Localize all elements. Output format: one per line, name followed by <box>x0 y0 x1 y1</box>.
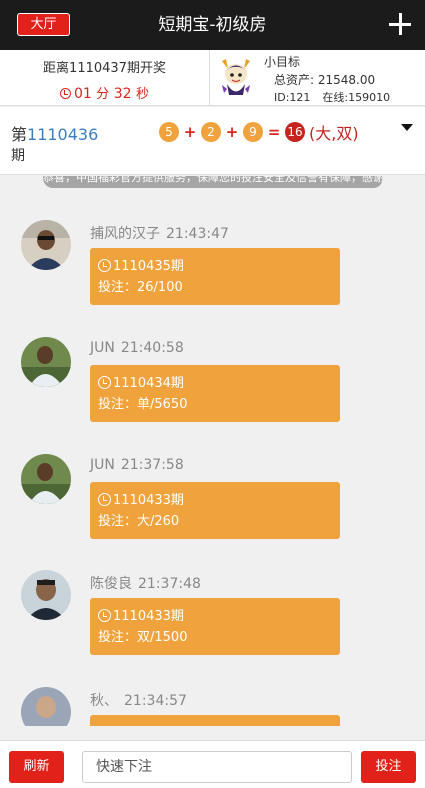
avatar[interactable] <box>21 337 71 387</box>
chat-area[interactable]: 恭喜，中国福彩官方提供服务，保障您的投注安全及信誉有保障，感谢 捕风的汉子 21:… <box>0 176 425 726</box>
clock-icon <box>98 376 111 389</box>
equals-sign: = <box>267 123 281 141</box>
bet-bubble[interactable]: 1110435期 投注：26/100 <box>90 248 340 305</box>
message-time: 21:37:48 <box>138 576 201 592</box>
refresh-button[interactable]: 刷新 <box>9 751 64 783</box>
bet-bubble[interactable]: 1110433期 投注：双/1500 <box>90 598 340 655</box>
clock-icon <box>98 609 111 622</box>
bet-period: 1110433期 <box>113 609 184 624</box>
bet-bubble[interactable]: 1110433期 投注：大/260 <box>90 482 340 539</box>
plus-sign: + <box>225 123 239 141</box>
bet-detail: 投注：大/260 <box>98 514 180 529</box>
chat-message: 陈俊良 21:37:48 1110433期 投注：双/1500 <box>0 570 425 680</box>
message-time: 21:43:47 <box>166 226 229 242</box>
bottom-bar: 刷新 快速下注 投注 <box>0 740 425 788</box>
plus-icon[interactable] <box>389 13 411 35</box>
avatar[interactable] <box>21 220 71 270</box>
clock-icon <box>98 259 111 272</box>
message-username: JUN <box>90 457 115 473</box>
bet-period: 1110434期 <box>113 376 184 391</box>
message-username: JUN <box>90 340 115 356</box>
result-ball: 9 <box>243 122 263 142</box>
result-ball: 5 <box>159 122 179 142</box>
chat-message: JUN 21:37:58 1110433期 投注：大/260 <box>0 454 425 564</box>
user-stats: ID:121 在线:159010 <box>274 89 390 105</box>
top-bar: 短期宝-初级房 大厅 <box>0 0 425 50</box>
message-username: 陈俊良 <box>90 576 132 592</box>
quick-bet-input[interactable]: 快速下注 <box>82 751 352 783</box>
bet-detail: 投注：单/5650 <box>98 397 188 412</box>
last-result-bar[interactable]: 第1110436 期 5 + 2 + 9 = 16 (大,双) <box>0 107 425 175</box>
chat-message: JUN 21:40:58 1110434期 投注：单/5650 <box>0 337 425 447</box>
bet-detail: 投注：26/100 <box>98 280 183 295</box>
draw-result: 5 + 2 + 9 = 16 (大,双) <box>159 121 359 143</box>
user-id: ID:121 <box>274 91 311 104</box>
bet-button[interactable]: 投注 <box>361 751 416 783</box>
chat-message: 秋、 21:34:57 <box>0 687 425 726</box>
avatar[interactable] <box>21 454 71 504</box>
chat-message: 捕风的汉子 21:43:47 1110435期 投注：26/100 <box>0 220 425 330</box>
lobby-button[interactable]: 大厅 <box>17 13 70 36</box>
notice-banner: 恭喜，中国福彩官方提供服务，保障您的投注安全及信誉有保障，感谢 <box>43 176 383 188</box>
avatar[interactable] <box>21 687 71 726</box>
caret-down-icon[interactable] <box>401 124 413 131</box>
result-ball: 2 <box>201 122 221 142</box>
result-verdict: (大,双) <box>309 124 359 143</box>
message-time: 21:34:57 <box>124 693 187 709</box>
message-username: 秋、 <box>90 693 118 709</box>
result-sum-ball: 16 <box>285 122 305 142</box>
next-draw-label: 距离1110437期开奖 <box>43 61 166 76</box>
online-count: 在线:159010 <box>322 91 391 104</box>
plus-sign: + <box>183 123 197 141</box>
clock-icon <box>98 493 111 506</box>
total-assets: 总资产: 21548.00 <box>274 73 376 87</box>
clock-icon <box>59 88 71 99</box>
info-panel: 距离1110437期开奖 01 分 32 秒 小目标 总资产: 21548.00… <box>0 50 425 106</box>
user-nickname: 小目标 <box>264 55 301 69</box>
bet-period: 1110435期 <box>113 259 184 274</box>
message-time: 21:37:58 <box>120 457 184 473</box>
message-time: 21:40:58 <box>120 340 184 356</box>
countdown-panel: 距离1110437期开奖 01 分 32 秒 <box>0 50 210 106</box>
user-avatar-mascot[interactable] <box>218 55 254 99</box>
bet-period: 1110433期 <box>113 493 184 508</box>
bet-detail: 投注：双/1500 <box>98 630 188 645</box>
bet-bubble[interactable]: 1110434期 投注：单/5650 <box>90 365 340 422</box>
message-username: 捕风的汉子 <box>90 226 160 242</box>
issue-suffix: 期 <box>11 148 25 164</box>
bet-bubble[interactable] <box>90 715 340 726</box>
issue-number: 第1110436 <box>11 125 99 144</box>
countdown-timer: 01 分 32 秒 <box>0 83 209 102</box>
avatar[interactable] <box>21 570 71 620</box>
